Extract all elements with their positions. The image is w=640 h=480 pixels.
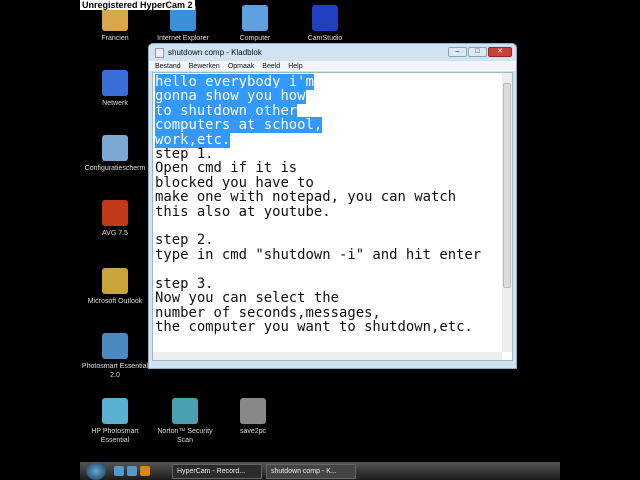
taskbar: HyperCam - Record... shutdown comp - K..…: [80, 462, 560, 480]
shortcut-icon: [102, 333, 128, 359]
selected-line: gonna show you how: [155, 88, 306, 105]
shortcut-icon: [102, 135, 128, 161]
desktop-icon-label: Internet Explorer: [157, 35, 209, 42]
shortcut-icon: [240, 398, 266, 424]
start-button[interactable]: [86, 462, 106, 480]
close-button[interactable]: ✕: [488, 47, 512, 57]
notepad-icon: [155, 47, 164, 58]
desktop-icon[interactable]: Microsoft Outlook: [80, 268, 150, 306]
document-body: step 1. Open cmd if it is blocked you ha…: [155, 146, 482, 335]
desktop-icon[interactable]: Netwerk: [80, 70, 150, 108]
shortcut-icon: [102, 70, 128, 96]
menu-help[interactable]: Help: [288, 63, 302, 70]
menu-beeld[interactable]: Beeld: [262, 63, 280, 70]
desktop-icon-label: HP Photosmart Essential: [91, 428, 139, 444]
desktop-icon[interactable]: CamStudio: [290, 5, 360, 43]
desktop-icon-label: Photosmart Essential 2.0: [81, 363, 149, 379]
minimize-button[interactable]: –: [448, 47, 467, 57]
hypercam-watermark: Unregistered HyperCam 2: [80, 0, 195, 10]
desktop-icon-label: Computer: [239, 35, 271, 42]
menu-opmaak[interactable]: Opmaak: [228, 63, 254, 70]
scroll-thumb[interactable]: [503, 83, 511, 288]
desktop-icon-label: save2pc: [239, 428, 267, 435]
desktop-icon[interactable]: Norton™ Security Scan: [150, 398, 220, 445]
horizontal-scrollbar[interactable]: [153, 352, 502, 360]
desktop-icon[interactable]: Configuratiescherm: [80, 135, 150, 173]
desktop-icon[interactable]: save2pc: [218, 398, 288, 436]
desktop-icon[interactable]: AVG 7.5: [80, 200, 150, 238]
shortcut-icon: [242, 5, 268, 31]
taskbar-item-hypercam[interactable]: HyperCam - Record...: [172, 463, 262, 479]
desktop-icon-label: Francien: [101, 35, 129, 42]
desktop-icon-label: Configuratiescherm: [84, 165, 146, 172]
vertical-scrollbar[interactable]: [502, 73, 512, 352]
quick-launch: [114, 466, 150, 476]
media-player-icon[interactable]: [140, 466, 150, 476]
desktop-icon[interactable]: Computer: [220, 5, 290, 43]
shortcut-icon: [172, 398, 198, 424]
desktop-icon-label: Netwerk: [102, 100, 128, 107]
text-area[interactable]: hello everybody i'm gonna show you how t…: [152, 72, 513, 361]
menu-bestand[interactable]: Bestand: [155, 63, 181, 70]
window-title: shutdown comp - Kladblok: [168, 48, 262, 57]
title-bar[interactable]: shutdown comp - Kladblok – □ ✕: [149, 44, 516, 61]
notepad-window: shutdown comp - Kladblok – □ ✕ Bestand B…: [148, 43, 517, 369]
maximize-button[interactable]: □: [468, 47, 487, 57]
selected-line: computers at school,: [155, 117, 323, 134]
taskbar-item-notepad[interactable]: shutdown comp - K...: [266, 463, 356, 479]
desktop-icon[interactable]: HP Photosmart Essential: [80, 398, 150, 445]
switch-windows-icon[interactable]: [127, 466, 137, 476]
desktop-icon-label: Microsoft Outlook: [87, 298, 143, 305]
menu-bewerken[interactable]: Bewerken: [189, 63, 220, 70]
menu-bar: Bestand Bewerken Opmaak Beeld Help: [149, 61, 516, 71]
desktop-icon[interactable]: Internet Explorer: [148, 5, 218, 43]
desktop-icon-label: CamStudio: [307, 35, 343, 42]
shortcut-icon: [102, 200, 128, 226]
desktop-icon[interactable]: Francien: [80, 5, 150, 43]
shortcut-icon: [102, 268, 128, 294]
desktop-icon-label: Norton™ Security Scan: [157, 428, 213, 444]
ie-quicklaunch-icon[interactable]: [114, 466, 124, 476]
desktop-icon[interactable]: Photosmart Essential 2.0: [80, 333, 150, 380]
shortcut-icon: [102, 398, 128, 424]
desktop-icon-label: AVG 7.5: [102, 230, 128, 237]
shortcut-icon: [312, 5, 338, 31]
